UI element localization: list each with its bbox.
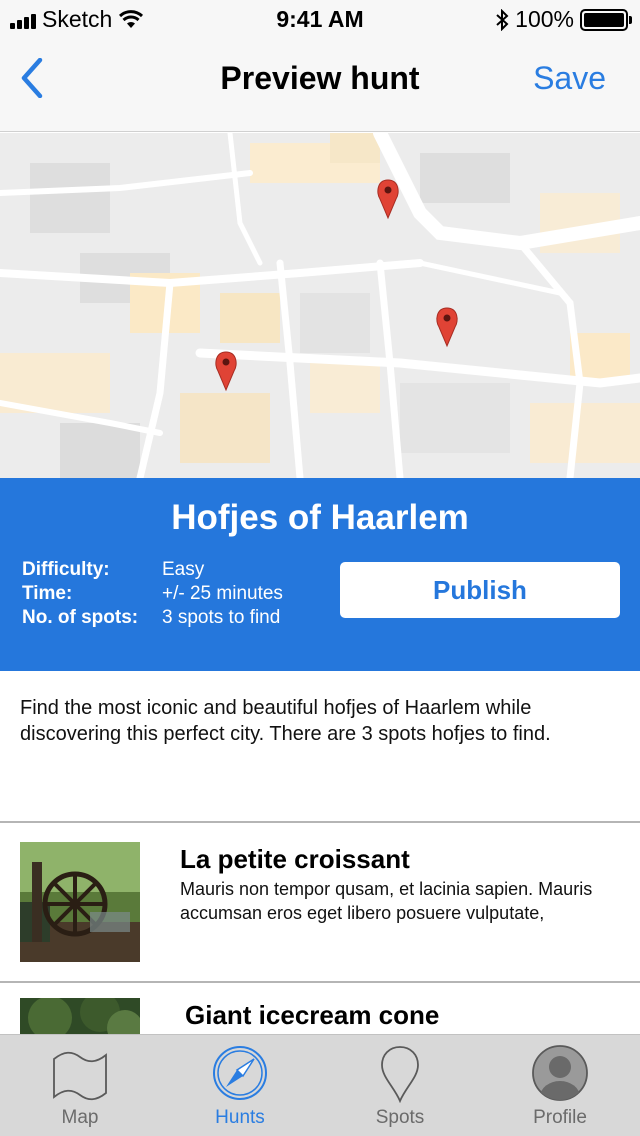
tab-profile[interactable]: Profile xyxy=(480,1035,640,1136)
hunt-description: Find the most iconic and beautiful hofje… xyxy=(20,697,551,745)
meta-row-time: Time: +/- 25 minutes xyxy=(22,582,283,606)
tab-spots[interactable]: Spots xyxy=(320,1035,480,1136)
tab-bar: Map Hunts Spots Profile xyxy=(0,1034,640,1136)
meta-value: Easy xyxy=(162,559,205,580)
spot-thumbnail xyxy=(20,998,140,1034)
navigation-bar: Preview hunt Save xyxy=(0,40,640,132)
tab-label: Profile xyxy=(533,1107,587,1128)
map-view[interactable] xyxy=(0,133,640,478)
list-item[interactable]: La petite croissant Mauris non tempor qu… xyxy=(0,822,640,982)
spot-title: La petite croissant xyxy=(180,844,410,874)
tab-hunts[interactable]: Hunts xyxy=(160,1035,320,1136)
meta-key: Difficulty: xyxy=(22,559,110,580)
meta-row-difficulty: Difficulty: Easy xyxy=(22,558,283,582)
spot-thumbnail xyxy=(20,842,140,962)
meta-row-spots: No. of spots: 3 spots to find xyxy=(22,606,283,630)
meta-key: No. of spots: xyxy=(22,607,139,628)
battery-icon xyxy=(580,8,632,31)
bluetooth-icon xyxy=(496,8,509,31)
status-bar: Sketch 9:41 AM 100% xyxy=(0,0,640,40)
tab-label: Spots xyxy=(375,1107,425,1128)
pin-icon xyxy=(381,1046,419,1103)
battery-percentage: 100% xyxy=(515,6,574,32)
tab-label: Map xyxy=(61,1107,99,1128)
map-canvas xyxy=(0,133,640,478)
hunt-header: Hofjes of Haarlem Difficulty: Easy Time:… xyxy=(0,478,640,671)
status-right: 100% xyxy=(495,6,632,33)
meta-value: 3 spots to find xyxy=(162,607,281,628)
tab-label: Hunts xyxy=(215,1107,265,1128)
spot-title: Giant icecream cone xyxy=(185,1000,440,1030)
map-icon xyxy=(53,1051,107,1101)
tab-map[interactable]: Map xyxy=(0,1035,160,1136)
hunt-title: Hofjes of Haarlem xyxy=(171,498,469,537)
publish-button[interactable]: Publish xyxy=(340,562,620,618)
save-button[interactable]: Save xyxy=(533,60,606,97)
meta-key: Time: xyxy=(22,583,73,604)
spot-description: Mauris non tempor qusam, et lacinia sapi… xyxy=(180,879,593,923)
meta-value: +/- 25 minutes xyxy=(162,583,283,604)
compass-icon xyxy=(213,1046,267,1100)
hunt-meta: Difficulty: Easy Time: +/- 25 minutes No… xyxy=(22,558,283,630)
list-item[interactable]: Giant icecream cone xyxy=(0,982,640,1034)
profile-icon xyxy=(532,1045,588,1101)
